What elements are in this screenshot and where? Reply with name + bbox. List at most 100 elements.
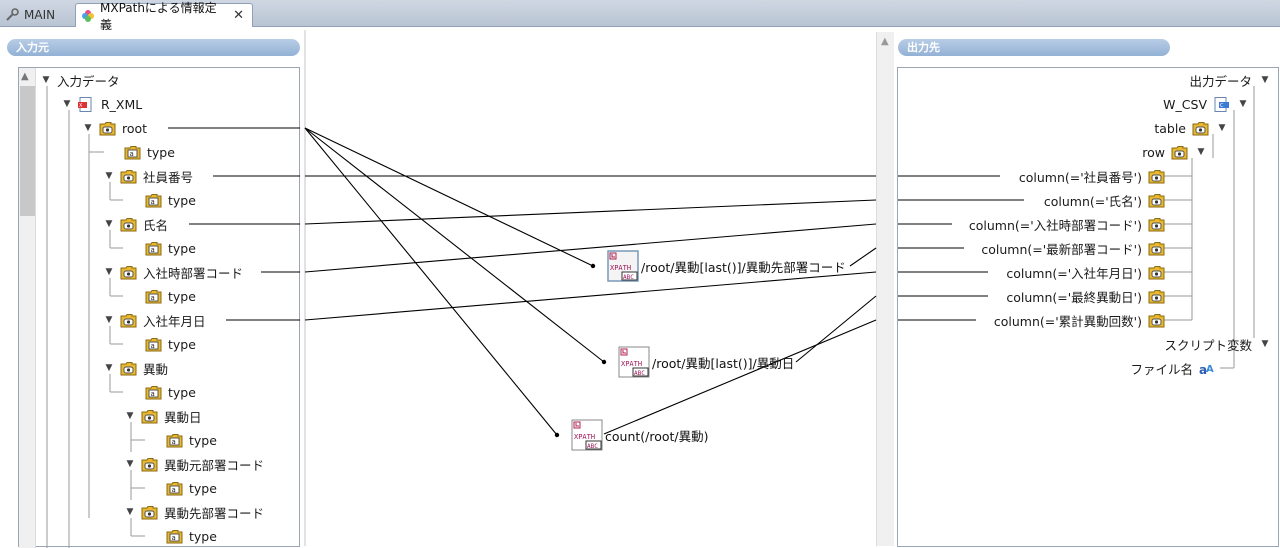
tree-node-file-name[interactable]: ファイル名 aA (1130, 359, 1216, 377)
root-label: root (122, 120, 148, 136)
tree-node-type[interactable]: a type (145, 287, 196, 305)
chevron-down-icon[interactable]: ▼ (41, 75, 51, 85)
tree-node-output-root[interactable]: 出力データ ▼ (1189, 71, 1270, 89)
chevron-down-icon[interactable]: ▼ (125, 507, 135, 517)
folder-element-icon (1148, 241, 1165, 256)
xpath-function-last-transfer[interactable]: XPATH ABC /root/異動[last()]/異動日 (618, 346, 794, 378)
folder-attribute-icon: a (145, 289, 162, 304)
tree-node-r-xml[interactable]: ▼ X R_XML (62, 95, 142, 113)
svg-text:ABC: ABC (587, 443, 598, 450)
chevron-down-icon[interactable]: ▼ (104, 219, 114, 229)
tree-node-transfer[interactable]: ▼ 異動 (104, 359, 168, 377)
tree-node-dest-dept-code[interactable]: ▼ 異動先部署コード (125, 503, 264, 521)
transfer-label: 異動 (143, 361, 169, 377)
tree-node-column-employee-no[interactable]: column(='社員番号') (1019, 167, 1165, 185)
chevron-down-icon[interactable]: ▼ (104, 363, 114, 373)
svg-text:XPATH: XPATH (621, 360, 642, 368)
close-icon[interactable]: ✕ (233, 8, 244, 23)
type-label: type (189, 480, 217, 496)
tree-node-column-join-date[interactable]: column(='入社年月日') (1006, 263, 1165, 281)
tree-node-type[interactable]: a type (145, 335, 196, 353)
tree-node-column-join-dept[interactable]: column(='入社時部署コード') (969, 215, 1165, 233)
tree-node-type[interactable]: a type (166, 479, 217, 497)
table-label: table (1154, 120, 1186, 136)
dest-dept-code-label: 異動先部署コード (164, 505, 265, 521)
tree-node-join-date[interactable]: ▼ 入社年月日 (104, 311, 206, 329)
tree-node-type[interactable]: a type (124, 143, 175, 161)
chevron-down-icon[interactable]: ▼ (104, 267, 114, 277)
tree-node-column-transfer-count[interactable]: column(='累計異動回数') (994, 311, 1165, 329)
tree-node-type[interactable]: a type (145, 383, 196, 401)
tree-node-type[interactable]: a type (166, 431, 217, 449)
svg-text:a: a (151, 198, 155, 206)
tree-node-type[interactable]: a type (145, 239, 196, 257)
mapping-canvas[interactable] (305, 30, 895, 546)
column-label: column(='最終異動日') (1006, 289, 1142, 305)
row-label: row (1142, 144, 1165, 160)
input-tree[interactable]: ▲ ▼ 入力データ ▼ X R_XML ▼ root a type ▼ 社員番号… (18, 67, 300, 548)
tree-node-column-name[interactable]: column(='氏名') (1044, 191, 1165, 209)
type-label: type (189, 432, 217, 448)
svg-text:a: a (172, 438, 176, 446)
type-label: type (168, 192, 196, 208)
transfer-date-label: 異動日 (164, 409, 202, 425)
column-label: column(='社員番号') (1018, 169, 1142, 185)
svg-text:XPATH: XPATH (610, 264, 631, 272)
chevron-down-icon[interactable]: ▼ (125, 411, 135, 421)
chevron-down-icon[interactable]: ▼ (1260, 339, 1270, 349)
tree-node-transfer-date[interactable]: ▼ 異動日 (125, 407, 202, 425)
output-panel: 出力先 出力データ ▼ W_CSV C ▼ table ▼ row ▼ colu… (894, 30, 1280, 547)
folder-element-icon (120, 217, 137, 232)
column-label: column(='最新部署コード') (981, 241, 1142, 257)
tree-node-type[interactable]: a type (166, 527, 217, 545)
chevron-down-icon[interactable]: ▼ (62, 99, 72, 109)
tree-node-join-dept-code[interactable]: ▼ 入社時部署コード (104, 263, 243, 281)
source-dept-code-label: 異動元部署コード (164, 457, 265, 473)
svg-text:a: a (172, 486, 176, 494)
tab-mxpath[interactable]: MXPathによる情報定義 ✕ (75, 1, 253, 32)
tree-node-input-root[interactable]: ▼ 入力データ (41, 71, 120, 89)
chevron-down-icon[interactable]: ▼ (104, 171, 114, 181)
xml-file-icon: X (78, 96, 95, 112)
chevron-down-icon[interactable]: ▼ (1196, 147, 1206, 157)
folder-element-icon (1148, 217, 1165, 232)
tree-node-row[interactable]: row ▼ (1142, 143, 1206, 161)
svg-text:A: A (1206, 364, 1214, 375)
folder-element-icon (1171, 145, 1188, 160)
tab-main-label: MAIN (24, 8, 56, 22)
chevron-down-icon[interactable]: ▼ (1238, 99, 1248, 109)
tree-node-column-last-transfer[interactable]: column(='最終異動日') (1006, 287, 1165, 305)
scroll-up-icon[interactable]: ▲ (881, 36, 889, 47)
folder-attribute-icon: a (166, 529, 183, 544)
chevron-down-icon[interactable]: ▼ (1260, 75, 1270, 85)
xpath-function-label: count(/root/異動) (605, 428, 709, 444)
svg-text:a: a (151, 246, 155, 254)
chevron-down-icon[interactable]: ▼ (125, 459, 135, 469)
type-label: type (168, 384, 196, 400)
xpath-function-label: /root/異動[last()]/異動日 (652, 355, 795, 371)
xpath-function-count[interactable]: XPATH ABC count(/root/異動) (571, 419, 709, 451)
tree-node-column-latest-dept[interactable]: column(='最新部署コード') (981, 239, 1165, 257)
tree-node-w-csv[interactable]: W_CSV C ▼ (1163, 95, 1248, 113)
tree-node-table[interactable]: table ▼ (1154, 119, 1227, 137)
csv-file-icon: C (1213, 96, 1230, 112)
w-csv-label: W_CSV (1163, 96, 1207, 112)
xpath-function-latest-dept[interactable]: XPATH ABC /root/異動[last()]/異動先部署コード (607, 250, 846, 282)
tab-main[interactable]: MAIN (0, 3, 72, 27)
left-divider[interactable] (304, 30, 306, 546)
tree-node-source-dept-code[interactable]: ▼ 異動元部署コード (125, 455, 264, 473)
xpath-icon: XPATH ABC (618, 346, 650, 378)
chevron-down-icon[interactable]: ▼ (104, 315, 114, 325)
tree-node-script-vars[interactable]: スクリプト変数 ▼ (1164, 335, 1270, 353)
folder-attribute-icon: a (166, 433, 183, 448)
output-tree[interactable]: 出力データ ▼ W_CSV C ▼ table ▼ row ▼ column(=… (897, 67, 1279, 547)
tree-node-root[interactable]: ▼ root (83, 119, 148, 137)
folder-element-icon (1148, 313, 1165, 328)
tree-node-employee-no[interactable]: ▼ 社員番号 (104, 167, 193, 185)
canvas-scrollbar[interactable]: ▲ (876, 32, 894, 546)
tree-node-name[interactable]: ▼ 氏名 (104, 215, 168, 233)
chevron-down-icon[interactable]: ▼ (83, 123, 93, 133)
type-label: type (168, 288, 196, 304)
chevron-down-icon[interactable]: ▼ (1217, 123, 1227, 133)
tree-node-type[interactable]: a type (145, 191, 196, 209)
